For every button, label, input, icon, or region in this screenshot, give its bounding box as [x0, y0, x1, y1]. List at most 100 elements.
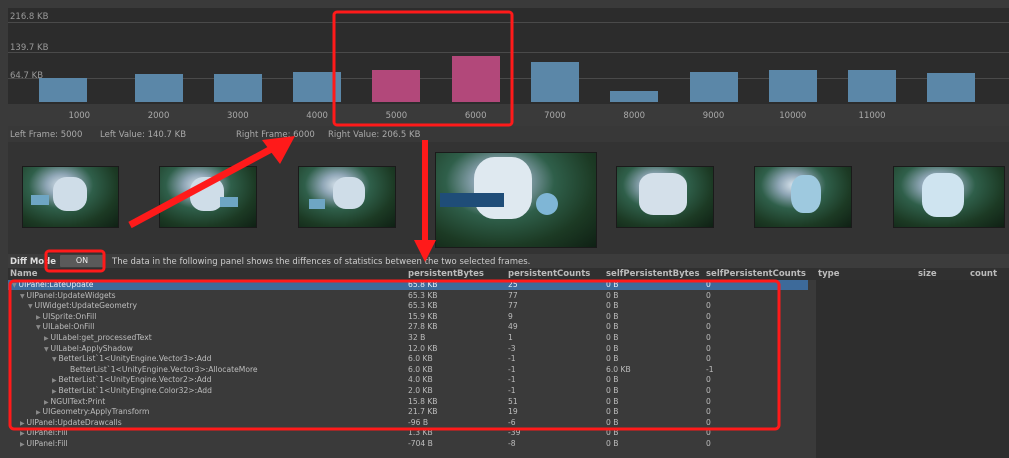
triangle-down-icon[interactable]: ▼	[28, 303, 35, 310]
bar[interactable]	[530, 61, 579, 102]
x-tick-label: 9000	[702, 111, 725, 121]
triangle-right-icon[interactable]: ▶	[20, 430, 27, 437]
triangle-right-icon[interactable]: ▶	[52, 377, 59, 384]
cell-persistent-bytes: -96 B	[408, 417, 429, 427]
triangle-right-icon[interactable]: ▶	[20, 441, 27, 448]
cell-persistent-counts: 49	[508, 322, 518, 332]
cell-self-persistent-bytes: 6.0 KB	[606, 364, 631, 374]
cell-self-persistent-bytes: 0 B	[606, 417, 619, 427]
cell-self-persistent-bytes: 0 B	[606, 290, 619, 300]
x-tick-label: 2000	[147, 111, 170, 121]
triangle-right-icon[interactable]: ▶	[36, 314, 43, 321]
diff-mode-toggle-button[interactable]: ON	[60, 255, 104, 267]
table-row[interactable]: ▶ NGUIText:Print 15.8 KB 51 0 B 0	[8, 397, 808, 407]
cell-persistent-counts: -39	[508, 428, 521, 438]
triangle-right-icon[interactable]: ▶	[52, 388, 59, 395]
table-header: Name persistentBytes persistentCounts se…	[8, 268, 1009, 280]
x-axis: 1000 2000 3000 4000 5000 6000 7000 8000 9000 1000…	[8, 104, 1009, 126]
cell-self-persistent-bytes: 0 B	[606, 354, 619, 364]
y-tick-label: 64.7 KB	[10, 71, 44, 81]
frame-thumbnail[interactable]	[22, 166, 119, 228]
table-row[interactable]: ▶ UIPanel:UpdateDrawcalls -96 B -6 0 B 0	[8, 418, 808, 428]
cell-self-persistent-counts: 0	[706, 439, 711, 448]
bar-selected[interactable]	[451, 56, 500, 102]
table-row[interactable]: ▼ BetterList`1<UnityEngine.Vector3>:Add 6…	[8, 354, 808, 364]
cell-persistent-counts: 19	[508, 407, 518, 417]
frame-thumbnail[interactable]	[893, 166, 1005, 228]
table-row[interactable]: ▶ BetterList`1<UnityEngine.Color32>:Add 2…	[8, 386, 808, 396]
cell-persistent-counts: -1	[508, 354, 516, 364]
cell-self-persistent-counts: 0	[706, 333, 711, 342]
table-row[interactable]: ▼ UIWidget:UpdateGeometry 65.3 KB 77 0 B 0	[8, 301, 808, 311]
column-header-type[interactable]: type	[818, 269, 839, 279]
table-row[interactable]: ▶ UIPanel:Fill 1.3 KB -39 0 B 0	[8, 428, 808, 438]
bar[interactable]	[293, 71, 342, 102]
bar[interactable]	[768, 70, 817, 102]
cell-persistent-bytes: 1.3 KB	[408, 428, 433, 438]
table-row[interactable]: ▼ UIPanel:UpdateWidgets 65.3 KB 77 0 B 0	[8, 291, 808, 301]
cell-self-persistent-counts: 0	[706, 290, 711, 300]
column-header-size[interactable]: size	[918, 269, 937, 279]
triangle-right-icon[interactable]: ▶	[36, 409, 43, 416]
row-name: ▼ UIWidget:UpdateGeometry	[28, 301, 137, 311]
bar[interactable]	[848, 70, 897, 102]
table-row[interactable]: BetterList`1<UnityEngine.Vector3>:Alloca…	[8, 365, 808, 375]
bar[interactable]	[134, 74, 183, 102]
frame-thumbnail[interactable]	[159, 166, 257, 228]
bar[interactable]	[610, 91, 659, 102]
column-header-persistent-bytes[interactable]: persistentBytes	[408, 269, 484, 279]
y-tick-label: 139.7 KB	[10, 43, 49, 53]
bar-selected[interactable]	[372, 70, 421, 102]
cell-self-persistent-bytes: 0 B	[606, 280, 619, 289]
bar[interactable]	[689, 72, 738, 102]
gridline	[8, 52, 1009, 53]
cell-self-persistent-bytes: 0 B	[606, 396, 619, 406]
triangle-down-icon[interactable]: ▼	[52, 356, 59, 363]
cell-persistent-bytes: 6.0 KB	[408, 364, 433, 374]
row-name: ▶ BetterList`1<UnityEngine.Vector2>:Add	[52, 375, 212, 385]
triangle-down-icon[interactable]: ▼	[44, 346, 51, 353]
triangle-right-icon[interactable]: ▶	[20, 420, 27, 427]
cell-persistent-counts: -1	[508, 375, 516, 385]
triangle-down-icon[interactable]: ▼	[20, 293, 27, 300]
table-row[interactable]: ▼ UILabel:ApplyShadow 12.0 KB -3 0 B 0	[8, 344, 808, 354]
bar[interactable]	[213, 74, 262, 102]
column-header-count[interactable]: count	[970, 269, 997, 279]
triangle-down-icon[interactable]: ▼	[12, 282, 19, 289]
cell-self-persistent-bytes: 0 B	[606, 439, 619, 448]
y-tick-label: 216.8 KB	[10, 12, 49, 22]
frame-thumbnail[interactable]	[298, 166, 396, 228]
diff-mode-label: Diff Mode	[10, 257, 56, 267]
triangle-right-icon[interactable]: ▶	[44, 335, 51, 342]
cell-self-persistent-counts: 0	[706, 386, 711, 395]
bar[interactable]	[927, 72, 976, 102]
triangle-right-icon[interactable]: ▶	[44, 399, 51, 406]
table-row[interactable]: ▼ UILabel:OnFill 27.8 KB 49 0 B 0	[8, 322, 808, 332]
table-row[interactable]: ▼ UIPanel:LateUpdate 65.8 KB 25 0 B 0	[8, 280, 808, 290]
column-header-self-persistent-counts[interactable]: selfPersistentCounts	[706, 269, 806, 279]
allocation-tree-table[interactable]: Name persistentBytes persistentCounts se…	[8, 268, 1009, 458]
column-header-self-persistent-bytes[interactable]: selfPersistentBytes	[606, 269, 700, 279]
frame-thumbnail-selected[interactable]	[435, 152, 597, 248]
column-header-persistent-counts[interactable]: persistentCounts	[508, 269, 590, 279]
cell-self-persistent-counts: 0	[706, 407, 711, 417]
bar[interactable]	[39, 78, 88, 102]
cell-persistent-counts: 77	[508, 301, 518, 311]
left-frame-label: Left Frame: 5000	[10, 130, 83, 140]
table-row[interactable]: ▶ UIPanel:Fill -704 B -8 0 B 0	[8, 439, 808, 449]
cell-persistent-bytes: 15.8 KB	[408, 396, 438, 406]
frame-memory-chart[interactable]: 216.8 KB 139.7 KB 64.7 KB 1000 2000 3000 40…	[8, 8, 1009, 126]
cell-persistent-bytes: 65.3 KB	[408, 301, 438, 311]
table-row[interactable]: ▶ UIGeometry:ApplyTransform 21.7 KB 19 0 B 0	[8, 407, 808, 417]
cell-persistent-counts: -1	[508, 364, 516, 374]
frame-thumbnail[interactable]	[754, 166, 852, 228]
table-row[interactable]: ▶ UILabel:get_processedText 32 B 1 0 B 0	[8, 333, 808, 343]
frame-thumbnail-strip[interactable]	[8, 142, 1009, 254]
cell-persistent-bytes: 6.0 KB	[408, 354, 433, 364]
cell-persistent-bytes: 4.0 KB	[408, 375, 433, 385]
triangle-down-icon[interactable]: ▼	[36, 324, 43, 331]
frame-thumbnail[interactable]	[616, 166, 714, 228]
column-header-name[interactable]: Name	[10, 269, 37, 279]
table-row[interactable]: ▶ UISprite:OnFill 15.9 KB 9 0 B 0	[8, 312, 808, 322]
table-row[interactable]: ▶ BetterList`1<UnityEngine.Vector2>:Add 4…	[8, 375, 808, 385]
